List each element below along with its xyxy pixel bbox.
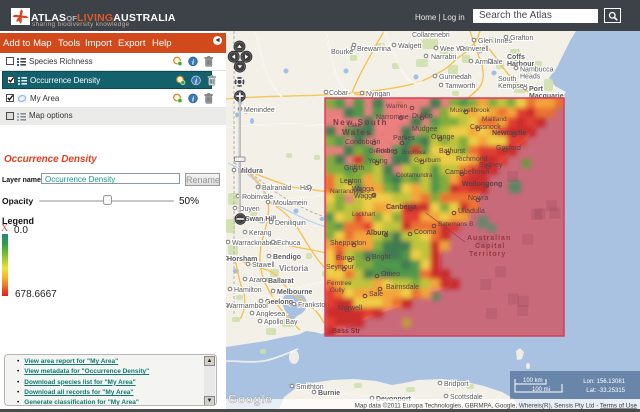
svg-text:Lat: -33.25315: Lat: -33.25315 xyxy=(586,388,625,394)
svg-text:Google: Google xyxy=(228,392,272,406)
svg-text:Lon: 156.13081: Lon: 156.13081 xyxy=(583,379,625,385)
svg-text:100 km: 100 km xyxy=(523,378,543,384)
